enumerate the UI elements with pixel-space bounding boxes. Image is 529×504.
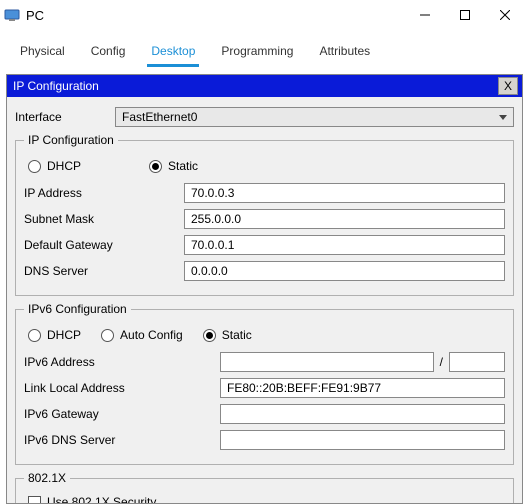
interface-value: FastEthernet0 (122, 110, 197, 124)
ipv4-dhcp-label: DHCP (47, 159, 81, 173)
interface-select[interactable]: FastEthernet0 (115, 107, 514, 127)
ipv6-dhcp-radio[interactable]: DHCP (28, 328, 81, 342)
ipv6-static-radio[interactable]: Static (203, 328, 252, 342)
radio-icon (149, 160, 162, 173)
ipv6-legend: IPv6 Configuration (24, 302, 131, 316)
panel-title: IP Configuration (13, 79, 99, 93)
ipv4-static-label: Static (168, 159, 198, 173)
ip-config-panel: IP Configuration X Interface FastEtherne… (6, 74, 523, 504)
dot1x-legend: 802.1X (24, 471, 70, 485)
radio-icon (203, 329, 216, 342)
window-titlebar: PC (0, 0, 529, 30)
interface-label: Interface (15, 110, 115, 124)
default-gateway-input[interactable] (184, 235, 505, 255)
ipv6-static-label: Static (222, 328, 252, 342)
subnet-mask-label: Subnet Mask (24, 212, 184, 226)
ipv4-legend: IP Configuration (24, 133, 118, 147)
panel-header: IP Configuration X (7, 75, 522, 97)
dot1x-fieldset: 802.1X Use 802.1X Security (15, 471, 514, 504)
dns-server-input[interactable] (184, 261, 505, 281)
dns-server-label: DNS Server (24, 264, 184, 278)
tab-config[interactable]: Config (87, 38, 130, 67)
ipv6-dhcp-label: DHCP (47, 328, 81, 342)
radio-icon (28, 329, 41, 342)
ipv6-address-input[interactable] (220, 352, 434, 372)
ipv4-static-radio[interactable]: Static (149, 159, 198, 173)
minimize-button[interactable] (405, 1, 445, 29)
ipv6-fieldset: IPv6 Configuration DHCP Auto Config Stat… (15, 302, 514, 465)
ipv6-prefix-separator: / (440, 355, 443, 369)
subnet-mask-input[interactable] (184, 209, 505, 229)
ipv6-dns-label: IPv6 DNS Server (24, 433, 220, 447)
ipv6-prefix-input[interactable] (449, 352, 505, 372)
ipv6-gateway-label: IPv6 Gateway (24, 407, 220, 421)
ipv4-dhcp-radio[interactable]: DHCP (28, 159, 81, 173)
ipv6-address-label: IPv6 Address (24, 355, 220, 369)
link-local-label: Link Local Address (24, 381, 220, 395)
ipv6-auto-radio[interactable]: Auto Config (101, 328, 183, 342)
ipv4-fieldset: IP Configuration DHCP Static IP Address … (15, 133, 514, 296)
ip-address-input[interactable] (184, 183, 505, 203)
ip-address-label: IP Address (24, 186, 184, 200)
close-window-button[interactable] (485, 1, 525, 29)
tab-physical[interactable]: Physical (16, 38, 69, 67)
tab-bar: Physical Config Desktop Programming Attr… (0, 30, 529, 68)
default-gateway-label: Default Gateway (24, 238, 184, 252)
ipv6-dns-input[interactable] (220, 430, 505, 450)
ipv6-auto-label: Auto Config (120, 328, 183, 342)
tab-desktop[interactable]: Desktop (147, 38, 199, 67)
tab-attributes[interactable]: Attributes (315, 38, 374, 67)
ipv6-gateway-input[interactable] (220, 404, 505, 424)
radio-icon (101, 329, 114, 342)
use-8021x-checkbox[interactable] (28, 496, 41, 504)
use-8021x-label: Use 802.1X Security (47, 495, 156, 504)
window-title: PC (26, 8, 405, 23)
panel-close-button[interactable]: X (498, 77, 518, 95)
app-icon (4, 7, 20, 23)
maximize-button[interactable] (445, 1, 485, 29)
radio-icon (28, 160, 41, 173)
link-local-input[interactable] (220, 378, 505, 398)
tab-programming[interactable]: Programming (217, 38, 297, 67)
